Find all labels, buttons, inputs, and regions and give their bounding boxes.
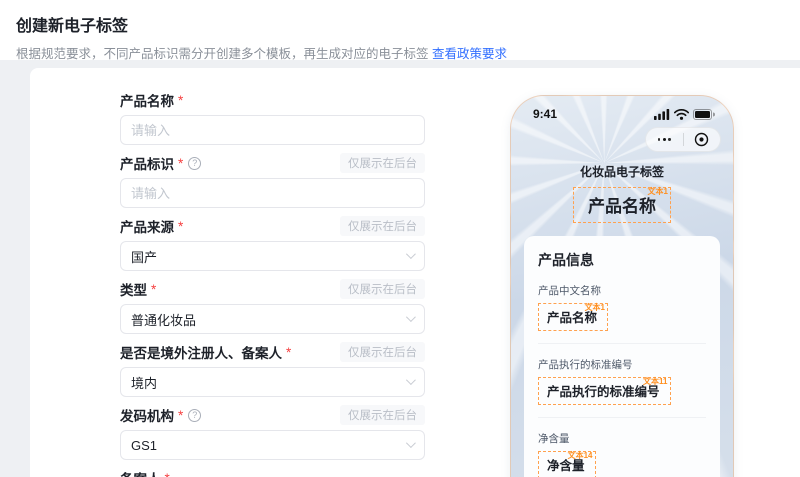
slot-tag: 文本11 xyxy=(643,378,667,386)
required-mark: * xyxy=(178,93,183,108)
status-time: 9:41 xyxy=(533,107,557,121)
help-icon[interactable] xyxy=(188,157,201,170)
field-head: 备案人 * xyxy=(120,468,425,477)
product-origin-select[interactable]: 国产 xyxy=(120,241,425,271)
hero-slot-wrap: 产品名称 文本1 xyxy=(511,187,733,223)
select-value: 境内 xyxy=(131,373,157,392)
chevron-down-icon xyxy=(406,249,416,259)
item-value: 产品名称 xyxy=(547,311,597,325)
info-item: 净含量 净含量 文本14 xyxy=(538,431,706,477)
help-icon[interactable] xyxy=(188,409,201,422)
hero-product-name-slot[interactable]: 产品名称 文本1 xyxy=(573,187,671,223)
divider xyxy=(538,343,706,344)
chevron-down-icon xyxy=(406,375,416,385)
type-select[interactable]: 普通化妆品 xyxy=(120,304,425,334)
field-label: 类型 xyxy=(120,279,147,299)
info-item: 产品执行的标准编号 产品执行的标准编号 文本11 xyxy=(538,357,706,405)
item-slot-product-name[interactable]: 产品名称 文本1 xyxy=(538,303,608,331)
field-label: 是否是境外注册人、备案人 xyxy=(120,342,282,362)
field-record-holder: 备案人 * xyxy=(120,468,425,477)
target-circle-icon xyxy=(694,132,709,147)
select-value: 国产 xyxy=(131,247,157,266)
required-mark: * xyxy=(165,471,170,477)
close-minimize-button[interactable] xyxy=(684,128,721,151)
product-info-card: 产品信息 产品中文名称 产品名称 文本1 产品执行的标准编号 产品执行的标准编号… xyxy=(524,236,720,477)
backend-only-badge: 仅展示在后台 xyxy=(340,216,425,236)
info-item: 产品中文名称 产品名称 文本1 xyxy=(538,283,706,331)
field-overseas-registrant: 是否是境外注册人、备案人 * 仅展示在后台 境内 xyxy=(120,342,425,397)
field-head: 产品标识 * 仅展示在后台 xyxy=(120,153,425,173)
item-slot-standard-number[interactable]: 产品执行的标准编号 文本11 xyxy=(538,377,671,405)
page-header: 创建新电子标签 根据规范要求，不同产品标识需分开创建多个模板，再生成对应的电子标… xyxy=(0,0,800,60)
product-info-title: 产品信息 xyxy=(538,250,706,270)
divider xyxy=(538,417,706,418)
select-value: GS1 xyxy=(131,438,157,453)
status-bar: 9:41 xyxy=(511,96,733,121)
field-label: 发码机构 xyxy=(120,405,174,425)
field-type: 类型 * 仅展示在后台 普通化妆品 xyxy=(120,279,425,334)
create-label-card: 产品名称 * 产品标识 * 仅展示在后台 产品来源 * 仅展示在后台 国产 xyxy=(30,68,800,477)
backend-only-badge: 仅展示在后台 xyxy=(340,342,425,362)
required-mark: * xyxy=(178,408,183,423)
chevron-down-icon xyxy=(406,312,416,322)
field-label: 产品标识 xyxy=(120,153,174,173)
policy-requirements-link[interactable]: 查看政策要求 xyxy=(432,47,507,61)
hero-value: 产品名称 xyxy=(588,197,656,216)
page-subtitle-text: 根据规范要求，不同产品标识需分开创建多个模板，再生成对应的电子标签 xyxy=(16,47,429,61)
slot-tag: 文本14 xyxy=(568,452,593,460)
select-value: 普通化妆品 xyxy=(131,310,196,329)
backend-only-badge: 仅展示在后台 xyxy=(340,405,425,425)
overseas-registrant-select[interactable]: 境内 xyxy=(120,367,425,397)
page-title: 创建新电子标签 xyxy=(16,12,784,36)
required-mark: * xyxy=(178,219,183,234)
field-head: 发码机构 * 仅展示在后台 xyxy=(120,405,425,425)
item-label: 产品执行的标准编号 xyxy=(538,357,706,372)
backend-only-badge: 仅展示在后台 xyxy=(340,153,425,173)
product-identifier-input[interactable] xyxy=(120,178,425,208)
item-label: 净含量 xyxy=(538,431,706,446)
signal-icon xyxy=(654,109,670,120)
slot-tag: 文本1 xyxy=(648,188,668,196)
item-slot-net-content[interactable]: 净含量 文本14 xyxy=(538,451,596,477)
field-product-name: 产品名称 * xyxy=(120,90,425,145)
field-head: 产品名称 * xyxy=(120,90,425,110)
field-product-identifier: 产品标识 * 仅展示在后台 xyxy=(120,153,425,208)
battery-icon xyxy=(693,109,715,120)
code-issuer-select[interactable]: GS1 xyxy=(120,430,425,460)
product-name-input[interactable] xyxy=(120,115,425,145)
chevron-down-icon xyxy=(406,438,416,448)
phone-preview: 9:41 xyxy=(510,95,734,477)
label-form: 产品名称 * 产品标识 * 仅展示在后台 产品来源 * 仅展示在后台 国产 xyxy=(120,90,425,477)
ellipsis-icon xyxy=(658,138,671,141)
required-mark: * xyxy=(178,156,183,171)
item-label: 产品中文名称 xyxy=(538,283,706,298)
wifi-icon xyxy=(674,109,689,120)
field-head: 类型 * 仅展示在后台 xyxy=(120,279,425,299)
backend-only-badge: 仅展示在后台 xyxy=(340,279,425,299)
field-label: 产品来源 xyxy=(120,216,174,236)
field-label: 备案人 xyxy=(120,468,161,477)
required-mark: * xyxy=(286,345,291,360)
status-icons xyxy=(654,109,715,120)
required-mark: * xyxy=(151,282,156,297)
field-head: 是否是境外注册人、备案人 * 仅展示在后台 xyxy=(120,342,425,362)
field-code-issuer: 发码机构 * 仅展示在后台 GS1 xyxy=(120,405,425,460)
item-value: 产品执行的标准编号 xyxy=(547,385,660,399)
more-options-button[interactable] xyxy=(646,128,683,151)
miniapp-title: 化妆品电子标签 xyxy=(511,163,733,180)
miniprogram-capsule xyxy=(645,127,721,152)
field-head: 产品来源 * 仅展示在后台 xyxy=(120,216,425,236)
slot-tag: 文本1 xyxy=(585,304,605,312)
page-subtitle: 根据规范要求，不同产品标识需分开创建多个模板，再生成对应的电子标签 查看政策要求 xyxy=(16,43,784,62)
item-value: 净含量 xyxy=(547,459,585,473)
field-product-origin: 产品来源 * 仅展示在后台 国产 xyxy=(120,216,425,271)
field-label: 产品名称 xyxy=(120,90,174,110)
